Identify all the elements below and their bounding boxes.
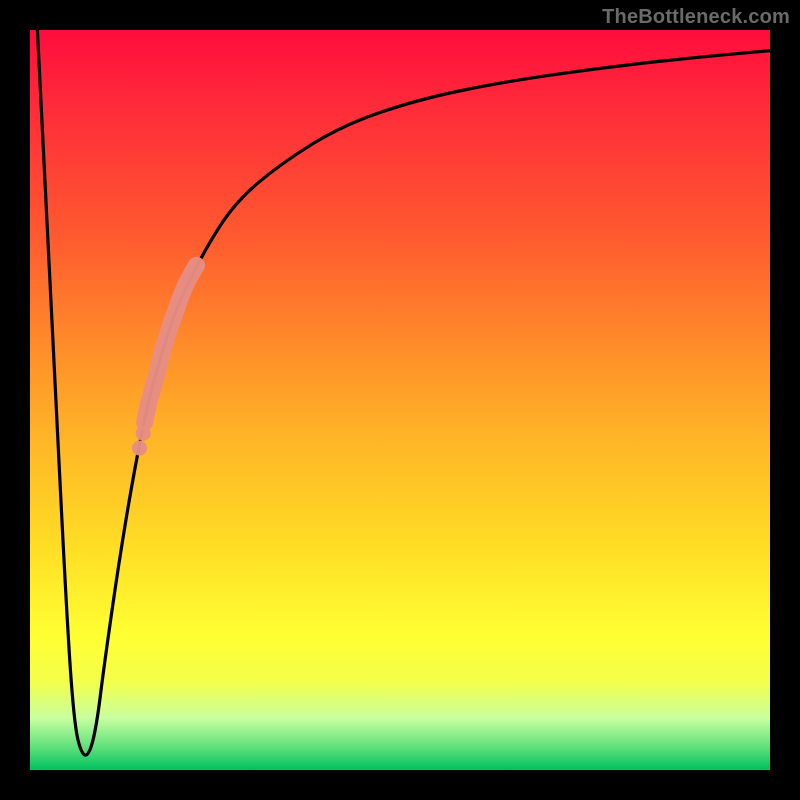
curve-layer (30, 30, 770, 770)
highlight-dots (132, 265, 197, 455)
attribution-label: TheBottleneck.com (602, 6, 790, 29)
chart-frame: TheBottleneck.com (0, 0, 800, 800)
plot-area (30, 30, 770, 770)
